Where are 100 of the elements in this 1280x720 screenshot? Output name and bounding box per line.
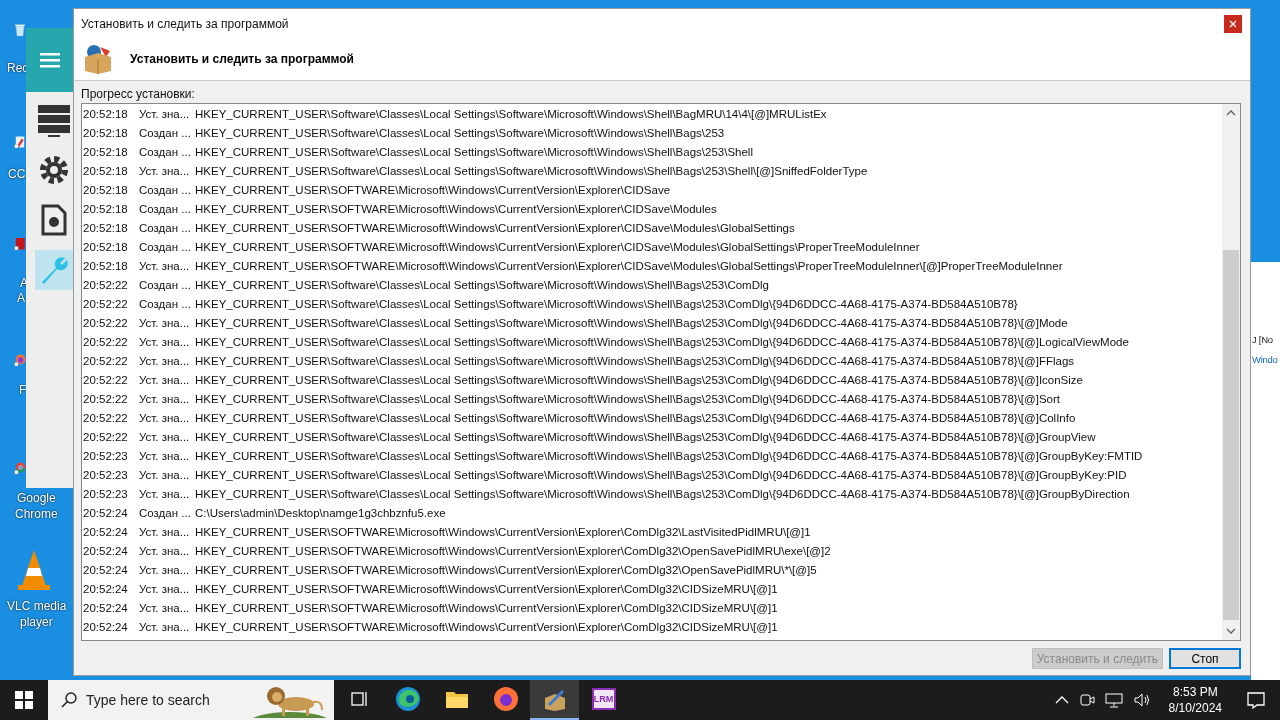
- path-cell-text: HKEY_CURRENT_USER\SOFTWARE\Microsoft\Windows\CurrentVersion\Explorer\CIDSave\Modules\GlobalSettings\ProperTreeModuleInner: [195, 240, 921, 253]
- time-cell-text: 20:52:22: [83, 430, 129, 443]
- volume-icon[interactable]: [1132, 692, 1151, 708]
- path-cell-text: HKEY_CURRENT_USER\Software\Classes\Local Settings\Software\Microsoft\Windows\Shell\Bags\253: [195, 126, 726, 139]
- dialog-button[interactable]: Стоп: [1169, 648, 1241, 669]
- action-cell-text: Создан ...: [139, 126, 192, 139]
- time-cell-text: 20:52:24: [83, 620, 129, 633]
- path-cell-text: C:\Users\admin\Desktop\namge1g3chbznfu5.exe: [195, 506, 447, 519]
- time-cell-text: 20:52:18: [83, 221, 129, 234]
- camera-icon[interactable]: [1078, 692, 1095, 708]
- action-cell-text: Уст. зна...: [139, 449, 191, 462]
- path-cell-text: HKEY_CURRENT_USER\Software\Classes\Local Settings\Software\Microsoft\Windows\Shell\Bags\253\Shell\[@]SniffedFolderType: [195, 164, 869, 177]
- time-cell-text: 20:52:24: [83, 506, 129, 519]
- document-gear-icon: [40, 204, 67, 236]
- action-cell-text: Уст. зна...: [139, 468, 191, 481]
- time-cell-text: 20:52:18: [83, 202, 129, 215]
- firefox-icon: [492, 686, 519, 712]
- action-cell-text: Уст. зна...: [139, 164, 191, 177]
- time-cell-text: 20:52:18: [83, 240, 129, 253]
- action-cell-text: Создан ...: [139, 506, 192, 519]
- path-cell-text: HKEY_CURRENT_USER\Software\Classes\Local Settings\Software\Microsoft\Windows\Shell\Bags\253\ComDlg: [195, 278, 770, 291]
- path-cell-text: HKEY_CURRENT_USER\Software\Classes\Local Settings\Software\Microsoft\Windows\Shell\Bags\253\ComDlg\{94D6DDCC-4A68-4175-A374-BD584A510B78}\[@]GroupByDirection: [195, 487, 1131, 500]
- icon-label: A: [17, 290, 25, 306]
- time-cell-text: 20:52:18: [83, 126, 129, 139]
- path-cell-text: HKEY_CURRENT_USER\Software\Classes\Local Settings\Software\Microsoft\Windows\Shell\Bags\253\Shell: [195, 145, 754, 158]
- path-cell-text: HKEY_CURRENT_USER\Software\Classes\Local Settings\Software\Microsoft\Windows\Shell\Bags\253\ComDlg\{94D6DDCC-4A68-4175-A374-BD584A510B78}: [195, 297, 1019, 310]
- action-cell-text: Создан ...: [139, 183, 192, 196]
- network-icon[interactable]: [1104, 692, 1123, 708]
- path-cell-text: HKEY_CURRENT_USER\SOFTWARE\Microsoft\Windows\CurrentVersion\Explorer\CIDSave\Modules\GlobalSettings: [195, 221, 796, 234]
- scrollbar-thumb[interactable]: [1223, 250, 1239, 620]
- lrm-icon: LRM: [591, 688, 616, 710]
- time-cell-text: 20:52:22: [83, 392, 129, 405]
- action-cell-text: Уст. зна...: [139, 107, 191, 120]
- chevron-up-icon[interactable]: [1054, 695, 1069, 705]
- scrollbar[interactable]: [1222, 104, 1240, 640]
- dialog-heading: Установить и следить за программой: [130, 52, 354, 66]
- time-cell-text: 20:52:18: [83, 164, 129, 177]
- action-cell-text: Уст. зна...: [139, 392, 191, 405]
- icon-label: F: [19, 382, 27, 398]
- icon-label: VLC media: [7, 598, 67, 614]
- progress-label: Прогресс установки:: [81, 87, 196, 101]
- path-cell-text: HKEY_CURRENT_USER\Software\Classes\Local Settings\Software\Microsoft\Windows\Shell\BagMRU\14\4\[@]MRUListEx: [195, 107, 828, 120]
- time-cell-text: 20:52:18: [83, 107, 129, 120]
- icon-label: player: [20, 614, 53, 630]
- action-cell-text: Создан ...: [139, 278, 192, 291]
- time-cell-text: 20:52:22: [83, 278, 129, 291]
- time-cell-text: 20:52:18: [83, 145, 129, 158]
- action-cell-text: Создан ...: [139, 202, 192, 215]
- task-view-icon: [348, 689, 369, 709]
- action-cell-text: Уст. зна...: [139, 563, 191, 576]
- path-cell-text: HKEY_CURRENT_USER\Software\Classes\Local Settings\Software\Microsoft\Windows\Shell\Bags\253\ComDlg\{94D6DDCC-4A68-4175-A374-BD584A510B78}\[@]FFlags: [195, 354, 1076, 367]
- edge-icon: [394, 686, 421, 712]
- action-cell-text: Уст. зна...: [139, 411, 191, 424]
- taskbar-app[interactable]: LRM: [579, 680, 628, 720]
- path-cell-text: HKEY_CURRENT_USER\Software\Classes\Local Settings\Software\Microsoft\Windows\Shell\Bags\253\ComDlg\{94D6DDCC-4A68-4175-A374-BD584A510B78}\[@]LogicalViewMode: [195, 335, 1130, 348]
- time-cell-text: 20:52:22: [83, 335, 129, 348]
- menu-icon[interactable]: [39, 52, 60, 68]
- action-cell-text: Уст. зна...: [139, 544, 191, 557]
- path-cell-text: HKEY_CURRENT_USER\SOFTWARE\Microsoft\Windows\CurrentVersion\Explorer\ComDlg32\CIDSizeMRU\[@]1: [195, 582, 779, 595]
- notification-icon[interactable]: [1246, 690, 1266, 710]
- action-cell-text: Уст. зна...: [139, 259, 191, 272]
- time-cell-text: 20:52:22: [83, 411, 129, 424]
- path-cell-text: HKEY_CURRENT_USER\Software\Classes\Local Settings\Software\Microsoft\Windows\Shell\Bags\253\ComDlg\{94D6DDCC-4A68-4175-A374-BD584A510B78}\[@]GroupByKey:FMTID: [195, 449, 1144, 462]
- path-cell-text: HKEY_CURRENT_USER\SOFTWARE\Microsoft\Windows\CurrentVersion\Explorer\ComDlg32\LastVisitedPidlMRU\[@]1: [195, 525, 812, 538]
- folder-icon: [444, 689, 469, 709]
- path-cell-text: HKEY_CURRENT_USER\SOFTWARE\Microsoft\Windows\CurrentVersion\Explorer\CIDSave\Modules\GlobalSettings\ProperTreeModuleInner\[@]ProperTreeModuleInner: [195, 259, 1064, 272]
- window-text: J [No: [1252, 334, 1273, 345]
- time-cell-text: 20:52:24: [83, 525, 129, 538]
- time-cell-text: 20:52:22: [83, 297, 129, 310]
- path-cell-text: HKEY_CURRENT_USER\Software\Classes\Local Settings\Software\Microsoft\Windows\Shell\Bags\253\ComDlg\{94D6DDCC-4A68-4175-A374-BD584A510B78}\[@]ColInfo: [195, 411, 1077, 424]
- time-cell-text: 20:52:23: [83, 487, 129, 500]
- action-cell-text: Создан ...: [139, 240, 192, 253]
- clock-date[interactable]: 8/10/2024: [1168, 700, 1222, 716]
- window-title: Установить и следить за программой: [81, 16, 289, 31]
- time-cell-text: 20:52:22: [83, 373, 129, 386]
- close-button[interactable]: [1224, 14, 1242, 33]
- search-icon: [60, 691, 78, 709]
- action-cell-text: Уст. зна...: [139, 582, 191, 595]
- action-cell-text: Создан ...: [139, 297, 192, 310]
- icon-label: Chrome: [15, 506, 58, 522]
- clock-time[interactable]: 8:53 PM: [1172, 684, 1218, 700]
- time-cell-text: 20:52:24: [83, 563, 129, 576]
- path-cell-text: HKEY_CURRENT_USER\SOFTWARE\Microsoft\Windows\CurrentVersion\Explorer\CIDSave: [195, 183, 672, 196]
- action-cell-text: Уст. зна...: [139, 525, 191, 538]
- path-cell-text: HKEY_CURRENT_USER\Software\Classes\Local Settings\Software\Microsoft\Windows\Shell\Bags\253\ComDlg\{94D6DDCC-4A68-4175-A374-BD584A510B78}\[@]GroupByKey:PID: [195, 468, 1128, 481]
- taskbar-app[interactable]: [530, 680, 579, 720]
- path-cell-text: HKEY_CURRENT_USER\SOFTWARE\Microsoft\Windows\CurrentVersion\Explorer\ComDlg32\OpenSavePidlMRU\*\[@]5: [195, 563, 818, 576]
- icon-label: CC: [8, 166, 26, 182]
- server-icon: [37, 103, 70, 137]
- action-cell-text: Уст. зна...: [139, 620, 191, 633]
- time-cell-text: 20:52:23: [83, 468, 129, 481]
- icon-label: Rec: [7, 60, 29, 76]
- action-cell-text: Уст. зна...: [139, 354, 191, 367]
- action-cell-text: Создан ...: [139, 221, 192, 234]
- action-cell-text: Уст. зна...: [139, 430, 191, 443]
- gear-icon: [37, 154, 70, 186]
- icon-label: Google: [17, 490, 56, 506]
- time-cell-text: 20:52:24: [83, 582, 129, 595]
- path-cell-text: HKEY_CURRENT_USER\SOFTWARE\Microsoft\Windows\CurrentVersion\Explorer\CIDSave\Modules: [195, 202, 718, 215]
- link[interactable]: Windo: [1252, 354, 1278, 365]
